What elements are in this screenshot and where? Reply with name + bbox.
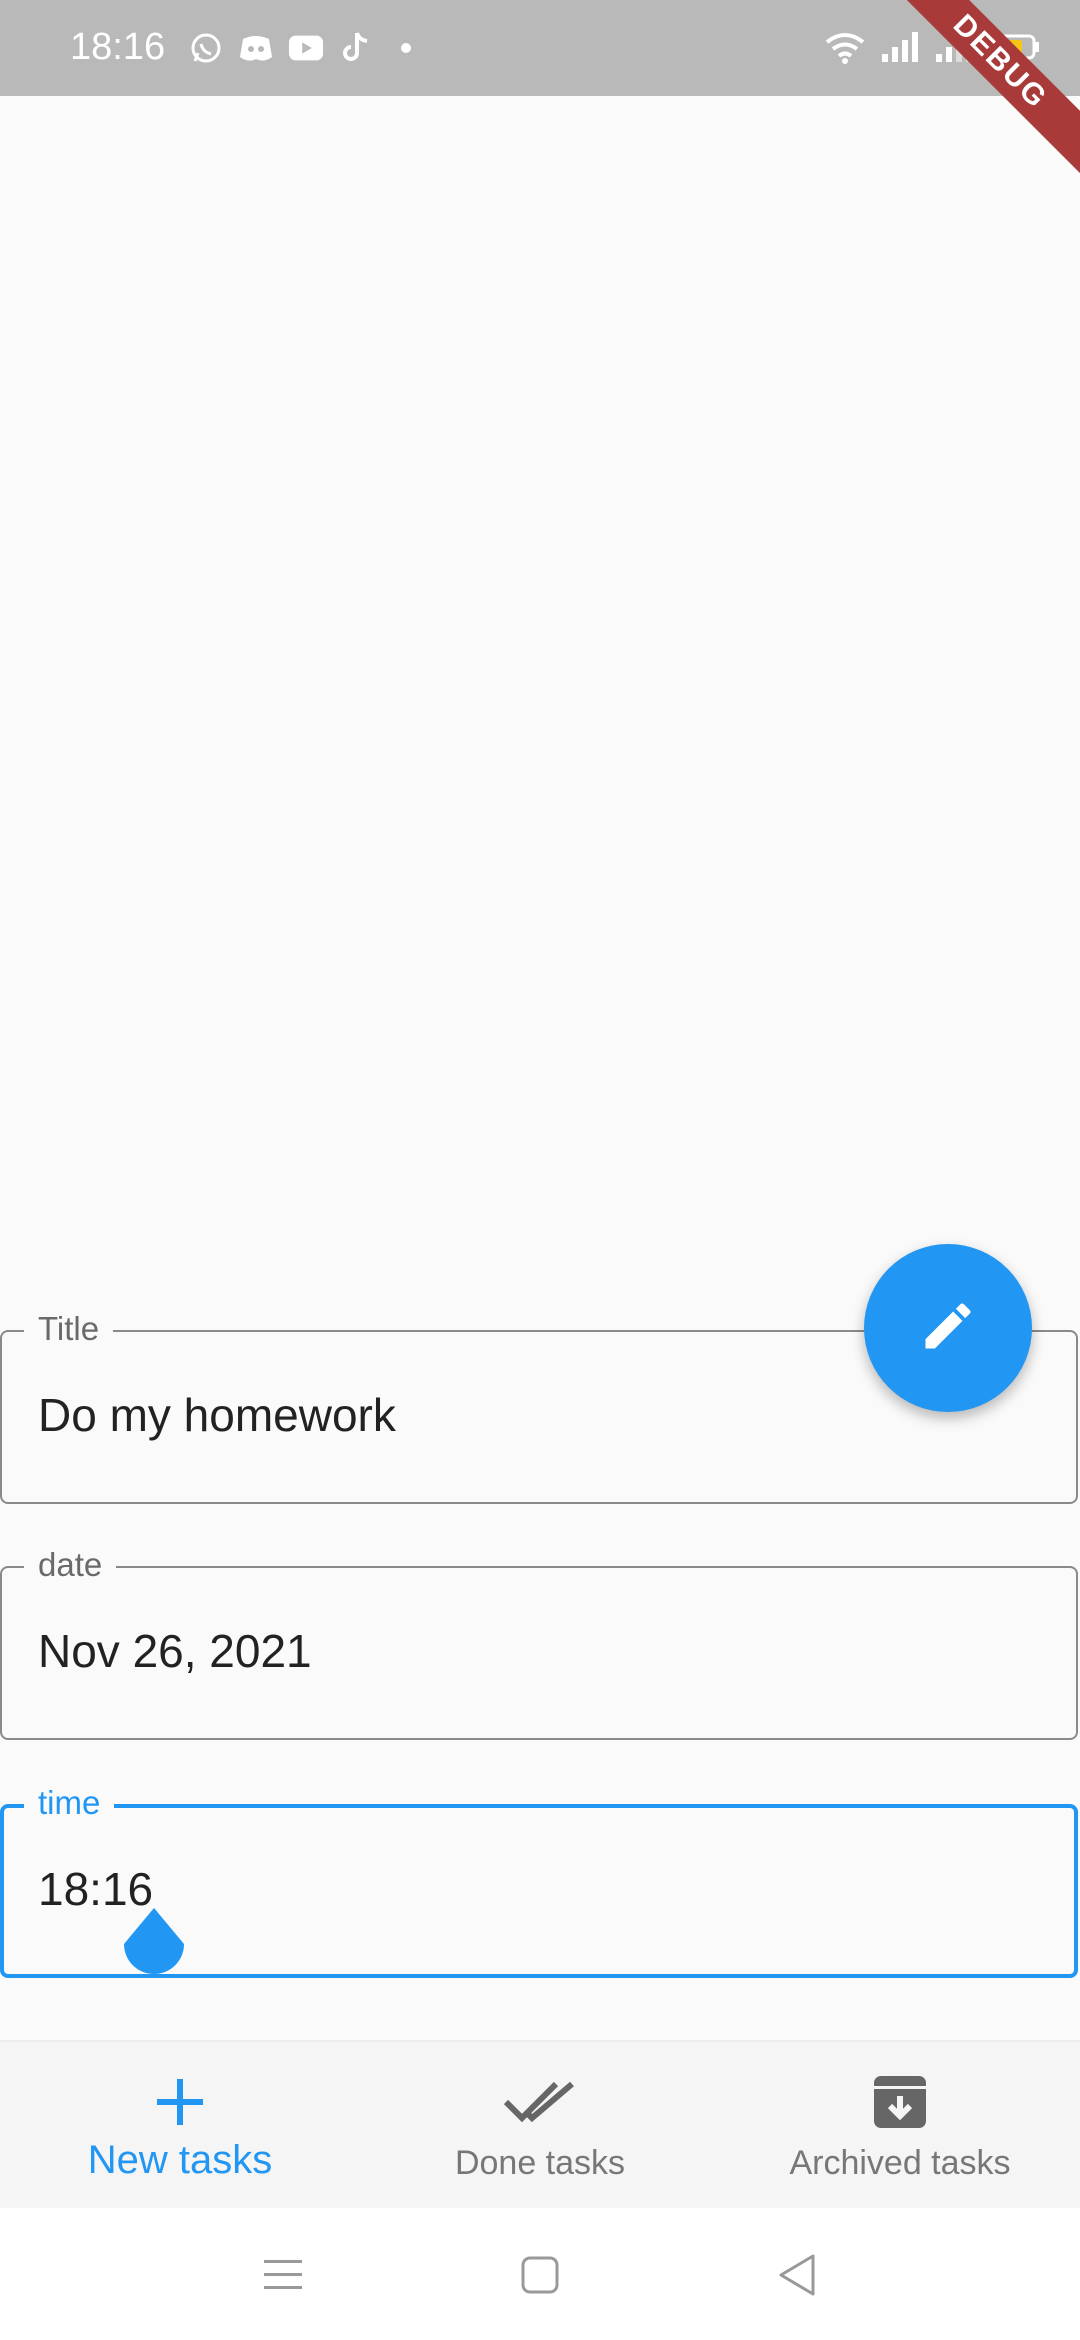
system-navigation-bar <box>0 2208 1080 2340</box>
bottom-navigation: New tasks Done tasks Archived tasks <box>0 2040 1080 2208</box>
status-bar: 18:16 <box>0 0 1080 96</box>
whatsapp-icon <box>188 30 224 66</box>
nav-new-tasks[interactable]: New tasks <box>0 2042 360 2210</box>
back-icon[interactable] <box>772 2252 822 2298</box>
text-cursor-handle[interactable] <box>120 1906 188 1986</box>
add-icon <box>155 2074 205 2130</box>
date-field-label: date <box>24 1546 117 1584</box>
edit-fab-button[interactable] <box>864 1244 1032 1412</box>
tiktok-icon <box>338 30 374 66</box>
nav-archived-tasks-label: Archived tasks <box>789 2144 1011 2182</box>
nav-new-tasks-label: New tasks <box>87 2138 273 2182</box>
signal-icon <box>880 30 920 69</box>
date-field[interactable]: date Nov 26, 2021 <box>0 1546 1078 1740</box>
title-field-label: Title <box>24 1310 114 1348</box>
nav-archived-tasks[interactable]: Archived tasks <box>720 2042 1080 2210</box>
discord-icon <box>238 30 274 66</box>
youtube-icon <box>288 30 324 66</box>
nav-done-tasks-label: Done tasks <box>454 2144 626 2182</box>
date-field-value[interactable]: Nov 26, 2021 <box>38 1624 312 1678</box>
done-all-icon <box>504 2074 576 2130</box>
title-field-value[interactable]: Do my homework <box>38 1388 396 1442</box>
time-field-label: time <box>24 1784 115 1822</box>
edit-icon <box>918 1296 978 1361</box>
wifi-icon <box>824 30 866 69</box>
status-time: 18:16 <box>70 26 166 68</box>
nav-done-tasks[interactable]: Done tasks <box>360 2042 720 2210</box>
archive-icon <box>872 2074 928 2130</box>
notification-icons <box>188 30 424 66</box>
home-icon[interactable] <box>515 2252 565 2298</box>
menu-icon[interactable] <box>258 2252 308 2298</box>
dot-icon <box>388 30 424 66</box>
